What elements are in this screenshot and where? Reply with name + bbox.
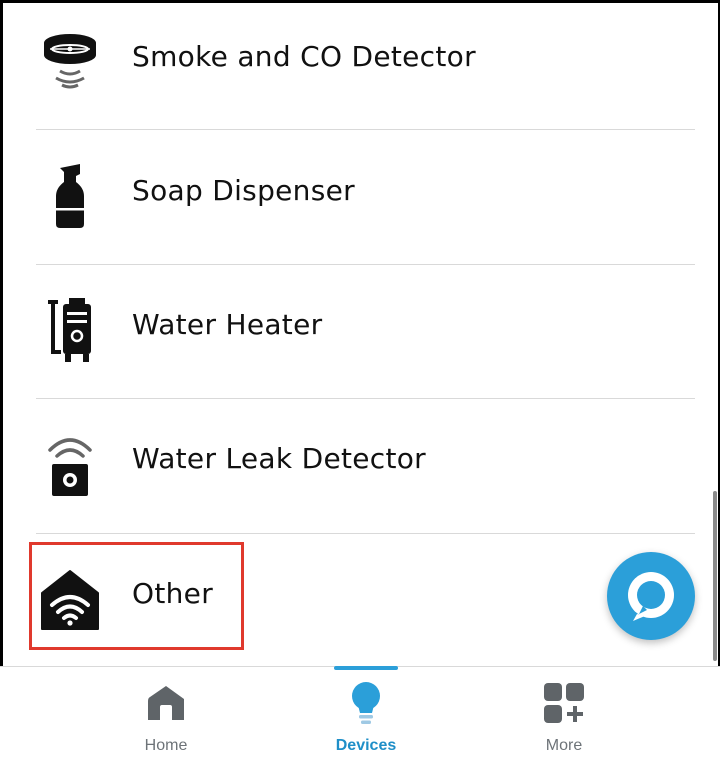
bottom-tab-bar: Home Devices More xyxy=(0,666,720,768)
device-type-label: Smoke and CO Detector xyxy=(132,40,476,73)
device-type-smoke-co-detector[interactable]: Smoke and CO Detector xyxy=(0,0,720,130)
smoke-detector-icon xyxy=(34,27,106,99)
device-type-label: Water Leak Detector xyxy=(132,442,426,475)
device-type-soap-dispenser[interactable]: Soap Dispenser xyxy=(0,130,720,264)
alexa-button[interactable] xyxy=(607,552,695,640)
device-type-label: Soap Dispenser xyxy=(132,174,355,207)
device-type-water-heater[interactable]: Water Heater xyxy=(0,264,720,398)
more-grid-icon xyxy=(542,681,586,725)
scrollbar[interactable] xyxy=(713,491,717,661)
device-type-label: Water Heater xyxy=(132,308,323,341)
device-type-water-leak-detector[interactable]: Water Leak Detector xyxy=(0,398,720,532)
water-leak-detector-icon xyxy=(34,429,106,501)
devices-bulb-icon xyxy=(344,681,388,725)
tab-label: Home xyxy=(144,737,188,754)
selection-highlight-box xyxy=(29,542,244,650)
tab-devices[interactable]: Devices xyxy=(286,667,446,767)
active-tab-indicator xyxy=(334,666,398,670)
tab-more[interactable]: More xyxy=(484,667,644,767)
home-icon xyxy=(144,681,188,725)
tab-label: Devices xyxy=(335,737,397,754)
water-heater-icon xyxy=(34,295,106,367)
tab-label: More xyxy=(545,737,583,754)
tab-home[interactable]: Home xyxy=(86,667,246,767)
soap-dispenser-icon xyxy=(34,161,106,233)
alexa-icon xyxy=(628,572,674,621)
